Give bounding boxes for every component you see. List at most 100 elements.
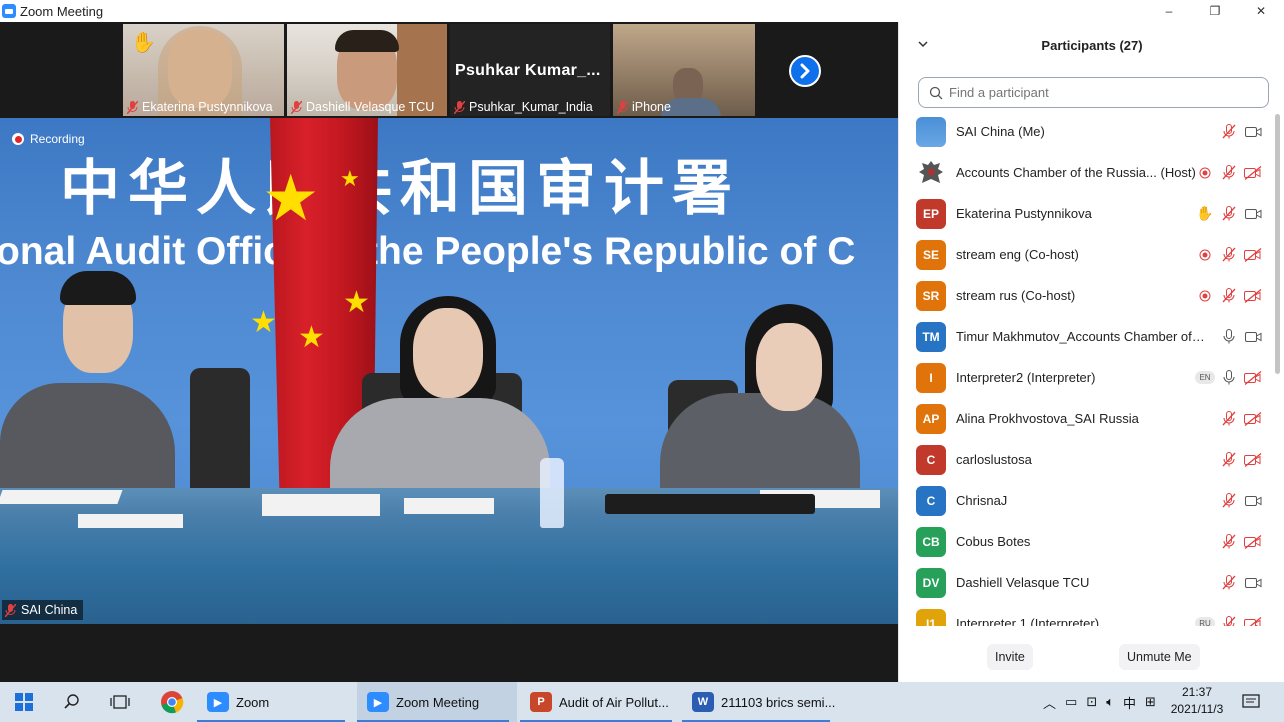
video-icon bbox=[1241, 491, 1265, 511]
video-icon bbox=[1241, 573, 1265, 593]
powerpoint-icon: P bbox=[530, 692, 552, 712]
gallery-strip: ✋ Ekaterina Pustynnikova Dashiell Velasq… bbox=[0, 22, 898, 118]
mic-muted-icon bbox=[127, 100, 138, 114]
invite-button[interactable]: Invite bbox=[987, 644, 1033, 670]
avatar: I bbox=[916, 362, 946, 393]
language-badge: RU bbox=[1193, 614, 1217, 626]
chevron-up-icon[interactable]: ︿ bbox=[1043, 693, 1056, 712]
participant-row[interactable]: EP Ekaterina Pustynnikova ✋ bbox=[899, 193, 1275, 234]
participant-row[interactable]: CB Cobus Botes bbox=[899, 521, 1275, 562]
speaker-name-tag: SAI China bbox=[2, 600, 84, 620]
participant-name: Alina Prokhvostova_SAI Russia bbox=[956, 411, 1139, 426]
minimize-button[interactable]: – bbox=[1146, 0, 1192, 22]
unmute-me-button[interactable]: Unmute Me bbox=[1119, 644, 1200, 670]
participant-row[interactable]: C ChrisnaJ bbox=[899, 480, 1275, 521]
avatar: I1 bbox=[916, 608, 946, 626]
taskbar-app[interactable]: P Audit of Air Pollut... bbox=[520, 682, 680, 722]
video-icon bbox=[1241, 204, 1265, 224]
window-title: Zoom Meeting bbox=[20, 3, 104, 19]
search-icon bbox=[64, 694, 79, 709]
mic-muted-icon bbox=[1217, 286, 1241, 306]
banner-chinese-text: 中华人民共和国审计署 bbox=[60, 154, 740, 224]
taskbar-app-label: 211103 brics semi... bbox=[721, 694, 836, 710]
recording-label: Recording bbox=[30, 132, 85, 146]
mic-muted-icon bbox=[1217, 450, 1241, 470]
participant-name: ChrisnaJ bbox=[956, 493, 1008, 508]
window-title-bar: Zoom Meeting – ❐ ✕ bbox=[0, 0, 1284, 22]
participant-row[interactable]: Accounts Chamber of the Russia... (Host) bbox=[899, 152, 1275, 193]
search-button[interactable] bbox=[48, 682, 96, 722]
video-tile[interactable]: Dashiell Velasque TCU bbox=[287, 24, 447, 116]
ime-indicator[interactable]: 中 bbox=[1123, 693, 1136, 712]
video-off-icon bbox=[1241, 532, 1265, 552]
recording-dot-icon bbox=[12, 133, 24, 145]
language-badge: EN bbox=[1193, 368, 1217, 388]
next-page-button[interactable] bbox=[789, 55, 821, 87]
mic-muted-icon bbox=[291, 100, 302, 114]
tile-name: Psuhkar_Kumar_India bbox=[469, 100, 593, 114]
avatar: SE bbox=[916, 239, 946, 270]
avatar: CB bbox=[916, 526, 946, 557]
participant-name: Dashiell Velasque TCU bbox=[956, 575, 1090, 590]
scrollbar[interactable] bbox=[1275, 114, 1280, 374]
mic-muted-icon bbox=[454, 100, 465, 114]
participant-row[interactable]: I1 Interpreter 1 (Interpreter) RU bbox=[899, 603, 1275, 626]
participant-search[interactable] bbox=[918, 77, 1269, 108]
tile-name: iPhone bbox=[632, 100, 671, 114]
video-tile[interactable]: ✋ Ekaterina Pustynnikova bbox=[123, 24, 284, 116]
taskbar-app-label: Zoom bbox=[236, 694, 270, 710]
tile-big-label: Psuhkar Kumar_... bbox=[455, 62, 601, 79]
mic-muted-icon bbox=[1217, 532, 1241, 552]
video-tile[interactable]: iPhone bbox=[613, 24, 755, 116]
close-button[interactable]: ✕ bbox=[1238, 0, 1284, 22]
taskbar-app-label: Zoom Meeting bbox=[396, 694, 480, 710]
participant-row[interactable]: I Interpreter2 (Interpreter) EN bbox=[899, 357, 1275, 398]
participant-name: Interpreter 1 (Interpreter) bbox=[956, 616, 1100, 626]
participants-header: Participants (27) bbox=[899, 22, 1284, 68]
restore-button[interactable]: ❐ bbox=[1192, 0, 1238, 22]
chrome-button[interactable] bbox=[148, 682, 196, 722]
avatar bbox=[916, 116, 946, 147]
volume-icon[interactable]: 🔈︎ bbox=[1106, 694, 1114, 710]
participant-name: Timur Makhmutov_Accounts Chamber of th..… bbox=[956, 329, 1206, 344]
mic-icon bbox=[1217, 327, 1241, 347]
avatar: TM bbox=[916, 321, 946, 352]
participant-row[interactable]: Ccarloslustosa bbox=[899, 439, 1275, 480]
mic-muted-icon bbox=[1217, 614, 1241, 626]
avatar: SR bbox=[916, 280, 946, 311]
mic-muted-icon bbox=[1217, 163, 1241, 183]
participant-name: SAI China (Me) bbox=[956, 124, 1045, 139]
clock[interactable]: 21:37 2021/11/3 bbox=[1162, 684, 1232, 718]
taskbar-app[interactable]: ▶ Zoom bbox=[197, 682, 353, 722]
zoom-icon: ▶ bbox=[207, 692, 229, 712]
participant-list: SAI China (Me) Accounts Chamber of the Ru… bbox=[899, 111, 1275, 626]
video-off-icon bbox=[1241, 163, 1265, 183]
participant-row[interactable]: SR stream rus (Co-host) bbox=[899, 275, 1275, 316]
tile-name: Dashiell Velasque TCU bbox=[306, 100, 435, 114]
participant-row[interactable]: TM Timur Makhmutov_Accounts Chamber of th… bbox=[899, 316, 1275, 357]
search-input[interactable] bbox=[949, 85, 1249, 100]
participant-row[interactable]: AP Alina Prokhvostova_SAI Russia bbox=[899, 398, 1275, 439]
recording-icon bbox=[1193, 163, 1217, 183]
keyboard-icon[interactable]: ⊞ bbox=[1145, 694, 1156, 710]
main-speaker-video: 中华人民共和国审计署 onal Audit Office of the Peop… bbox=[0, 118, 898, 624]
taskbar-app[interactable]: ▶ Zoom Meeting bbox=[357, 682, 517, 722]
video-icon bbox=[1241, 122, 1265, 142]
video-tile[interactable]: Psuhkar Kumar_... Psuhkar_Kumar_India bbox=[450, 24, 610, 116]
battery-icon[interactable]: ▭ bbox=[1065, 694, 1077, 710]
notifications-button[interactable] bbox=[1238, 682, 1264, 722]
avatar: DV bbox=[916, 567, 946, 598]
participant-name: carloslustosa bbox=[956, 452, 1032, 467]
video-off-icon bbox=[1241, 614, 1265, 626]
participant-name: Interpreter2 (Interpreter) bbox=[956, 370, 1096, 385]
taskbar-app[interactable]: W 211103 brics semi... bbox=[682, 682, 838, 722]
video-off-icon bbox=[1241, 450, 1265, 470]
network-icon[interactable]: ⊡ bbox=[1086, 694, 1097, 710]
start-button[interactable] bbox=[0, 682, 48, 722]
avatar: C bbox=[916, 485, 946, 516]
participant-row[interactable]: SAI China (Me) bbox=[899, 111, 1275, 152]
participant-name: stream eng (Co-host) bbox=[956, 247, 1079, 262]
task-view-button[interactable] bbox=[96, 682, 144, 722]
participant-row[interactable]: SE stream eng (Co-host) bbox=[899, 234, 1275, 275]
participant-row[interactable]: DV Dashiell Velasque TCU bbox=[899, 562, 1275, 603]
